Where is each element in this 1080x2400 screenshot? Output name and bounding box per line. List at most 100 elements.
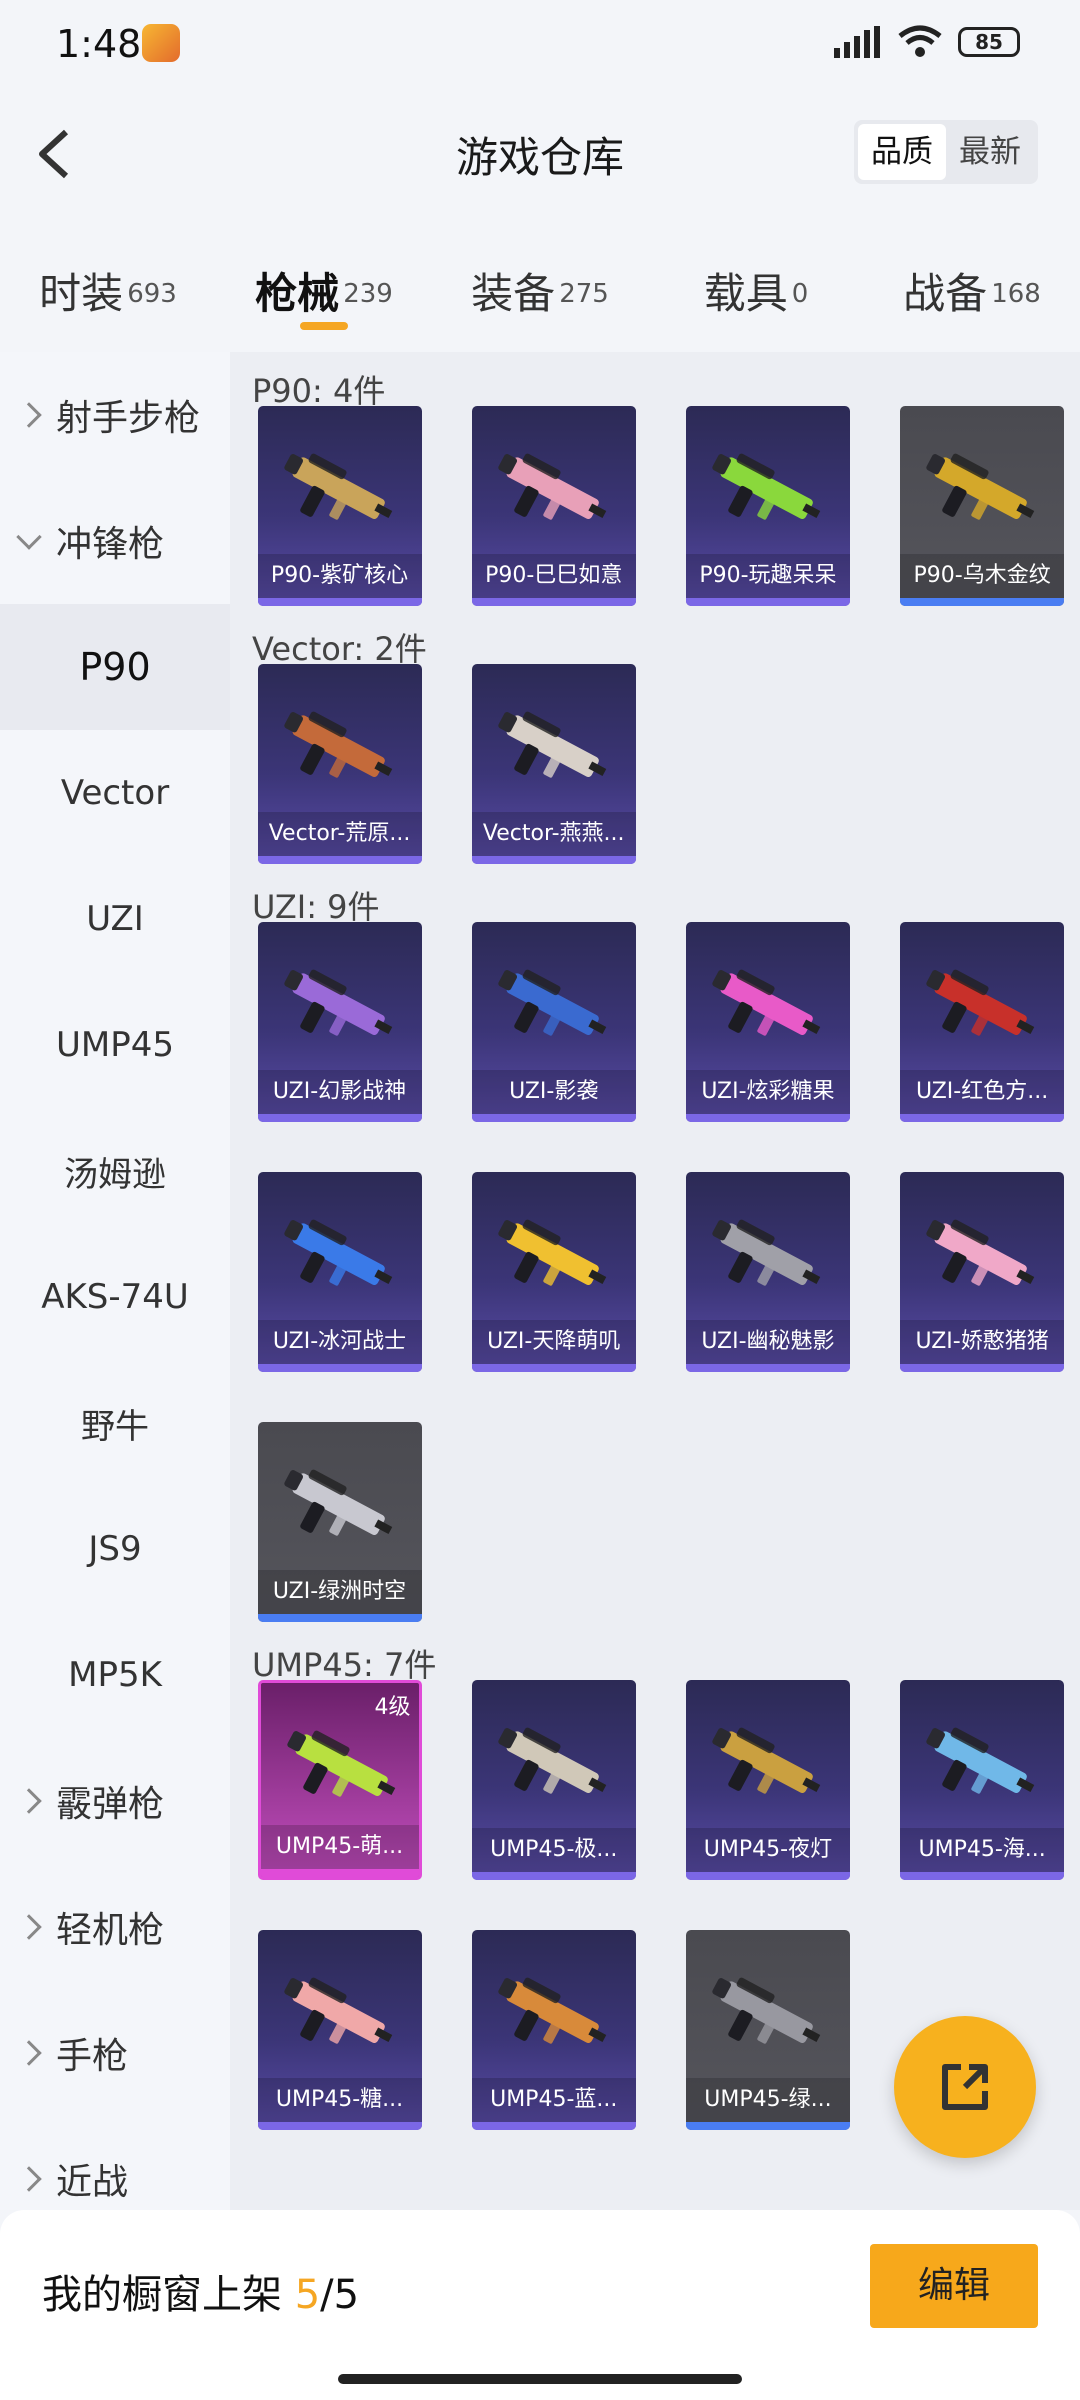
weapon-skin-name: P90-巳巳如意 bbox=[471, 554, 636, 598]
level-badge: 4级 bbox=[374, 1695, 411, 1720]
sidebar-item[interactable]: 霰弹枪 bbox=[0, 1738, 230, 1864]
tab-count: 0 bbox=[791, 278, 809, 309]
weapon-skin-card[interactable]: Vector-荒原... bbox=[257, 664, 422, 864]
tab-fashion[interactable]: 时装 693 bbox=[0, 240, 216, 350]
showcase-label: 我的橱窗上架 bbox=[42, 2272, 282, 2318]
weapon-skin-card[interactable]: P90-紫矿核心 bbox=[257, 406, 422, 606]
tab-supplies[interactable]: 战备 168 bbox=[864, 240, 1080, 350]
weapon-skin-card[interactable]: UMP45-糖... bbox=[257, 1930, 422, 2130]
share-button[interactable] bbox=[894, 2016, 1036, 2158]
weapon-skin-name: P90-玩趣呆呆 bbox=[685, 554, 850, 598]
weapon-skin-card[interactable]: UMP45-极... bbox=[471, 1680, 636, 1880]
sidebar-item-label: 冲锋枪 bbox=[56, 524, 165, 565]
weapon-skin-name: UMP45-海... bbox=[900, 1828, 1065, 1872]
sidebar-item[interactable]: UZI bbox=[0, 856, 230, 982]
weapon-skin-name: UMP45-糖... bbox=[257, 2078, 422, 2122]
tab-count: 168 bbox=[991, 278, 1041, 309]
tab-label: 战备 bbox=[903, 269, 988, 318]
sidebar-item[interactable]: MP5K bbox=[0, 1612, 230, 1738]
weapon-skin-card[interactable]: UMP45-蓝... bbox=[471, 1930, 636, 2130]
chevron-right-icon bbox=[16, 1788, 42, 1814]
sidebar-item-label: 近战 bbox=[56, 2162, 129, 2203]
rarity-stripe bbox=[260, 1869, 419, 1877]
weapon-skin-image bbox=[283, 453, 392, 520]
showcase-bar: 我的橱窗上架 5/5 编辑 bbox=[0, 2210, 1080, 2400]
chevron-down-icon bbox=[16, 524, 42, 550]
sort-latest-button[interactable]: 最新 bbox=[946, 124, 1034, 180]
weapon-skin-card[interactable]: P90-巳巳如意 bbox=[471, 406, 636, 606]
sidebar-item[interactable]: 手枪 bbox=[0, 1990, 230, 2116]
weapon-skin-image bbox=[926, 1219, 1035, 1286]
weapon-skin-image bbox=[712, 1977, 821, 2044]
inventory-grid: P90: 4件 P90-紫矿核心 P90-巳巳如意 P90-玩趣呆呆 P90-乌木金纹 V… bbox=[230, 352, 1080, 2210]
sidebar-item[interactable]: P90 bbox=[0, 604, 230, 730]
weapon-skin-image bbox=[286, 1730, 395, 1797]
sidebar-item[interactable]: AKS-74U bbox=[0, 1234, 230, 1360]
tab-vehicles[interactable]: 载具 0 bbox=[648, 240, 864, 350]
weapon-skin-card[interactable]: P90-乌木金纹 bbox=[900, 406, 1065, 606]
sidebar-item-label: 野牛 bbox=[81, 1406, 149, 1447]
cellular-signal-icon bbox=[834, 26, 880, 58]
chevron-right-icon bbox=[16, 2040, 42, 2066]
sidebar-item[interactable]: 轻机枪 bbox=[0, 1864, 230, 1990]
tab-firearms[interactable]: 枪械 239 bbox=[216, 240, 432, 350]
rarity-stripe bbox=[257, 2122, 422, 2130]
page-header: 游戏仓库 品质 最新 bbox=[0, 100, 1080, 210]
weapon-skin-card[interactable]: UZI-红色方... bbox=[900, 922, 1065, 1122]
weapon-skin-card[interactable]: Vector-燕燕... bbox=[471, 664, 636, 864]
weapon-skin-card[interactable]: UZI-娇憨猪猪 bbox=[900, 1172, 1065, 1372]
weapon-skin-card[interactable]: UMP45-绿... bbox=[685, 1930, 850, 2130]
weapon-skin-image bbox=[283, 969, 392, 1036]
rarity-stripe bbox=[685, 1114, 850, 1122]
weapon-skin-card[interactable]: UZI-冰河战士 bbox=[257, 1172, 422, 1372]
sidebar-item-label: Vector bbox=[60, 773, 170, 813]
share-icon bbox=[942, 2064, 988, 2110]
showcase-current-count: 5 bbox=[294, 2272, 321, 2318]
rarity-stripe bbox=[471, 598, 636, 606]
weapon-skin-card[interactable]: UZI-幻影战神 bbox=[257, 922, 422, 1122]
edit-button[interactable]: 编辑 bbox=[870, 2244, 1038, 2328]
weapon-skin-card[interactable]: UZI-绿洲时空 bbox=[257, 1422, 422, 1622]
weapon-skin-name: UMP45-极... bbox=[471, 1828, 636, 1872]
weapon-skin-card[interactable]: UMP45-海... bbox=[900, 1680, 1065, 1880]
sidebar-item[interactable]: JS9 bbox=[0, 1486, 230, 1612]
tab-count: 275 bbox=[559, 278, 609, 309]
showcase-total-count: /5 bbox=[320, 2272, 360, 2318]
sort-quality-button[interactable]: 品质 bbox=[858, 124, 946, 180]
sidebar-item[interactable]: 射手步枪 bbox=[0, 352, 230, 478]
weapon-skin-image bbox=[712, 1727, 821, 1794]
weapon-skin-image bbox=[498, 711, 606, 778]
weapon-skin-name: UZI-幻影战神 bbox=[257, 1070, 422, 1114]
weapon-skin-card[interactable]: UZI-炫彩糖果 bbox=[685, 922, 850, 1122]
weapon-skin-image bbox=[283, 1977, 392, 2044]
weapon-skin-card[interactable]: 4级 UMP45-萌... bbox=[257, 1680, 422, 1880]
sidebar-item[interactable]: 汤姆逊 bbox=[0, 1108, 230, 1234]
rarity-stripe bbox=[685, 1364, 850, 1372]
weapon-skin-card[interactable]: UZI-天降萌叽 bbox=[471, 1172, 636, 1372]
weapon-skin-image bbox=[712, 453, 821, 520]
weapon-skin-card[interactable]: UZI-影袭 bbox=[471, 922, 636, 1122]
chevron-right-icon bbox=[16, 402, 42, 428]
weapon-skin-image bbox=[926, 969, 1035, 1036]
rarity-stripe bbox=[471, 1114, 636, 1122]
sidebar-item[interactable]: Vector bbox=[0, 730, 230, 856]
tab-label: 装备 bbox=[471, 269, 556, 318]
weapon-skin-image bbox=[498, 1219, 606, 1286]
clock: 1:48 bbox=[56, 22, 142, 66]
active-tab-indicator bbox=[300, 322, 348, 330]
sidebar-item[interactable]: 冲锋枪 bbox=[0, 478, 230, 604]
sidebar-item[interactable]: UMP45 bbox=[0, 982, 230, 1108]
weapon-skin-name: UZI-红色方... bbox=[900, 1070, 1065, 1114]
rarity-stripe bbox=[257, 1114, 422, 1122]
sidebar-item-label: 霰弹枪 bbox=[56, 1784, 165, 1825]
tab-equipment[interactable]: 装备 275 bbox=[432, 240, 648, 350]
weapon-skin-name: UZI-绿洲时空 bbox=[257, 1570, 422, 1614]
rarity-stripe bbox=[685, 598, 850, 606]
weapon-skin-card[interactable]: P90-玩趣呆呆 bbox=[685, 406, 850, 606]
weapon-skin-name: UMP45-蓝... bbox=[471, 2078, 636, 2122]
weapon-skin-card[interactable]: UZI-幽秘魅影 bbox=[685, 1172, 850, 1372]
weapon-skin-card[interactable]: UMP45-夜灯 bbox=[685, 1680, 850, 1880]
sidebar-item[interactable]: 野牛 bbox=[0, 1360, 230, 1486]
weapon-skin-name: UZI-幽秘魅影 bbox=[685, 1320, 850, 1364]
home-indicator[interactable] bbox=[338, 2374, 742, 2384]
